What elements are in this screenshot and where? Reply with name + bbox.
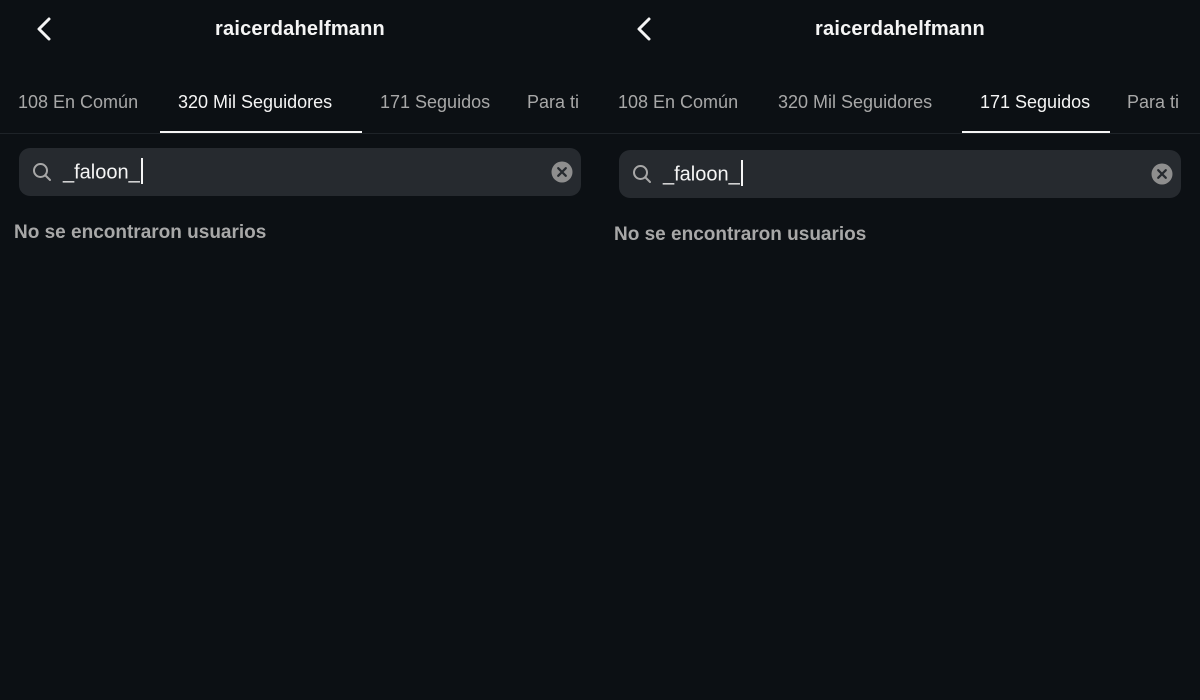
- followers-panel: raicerdahelfmann 108 En Común 320 Mil Se…: [0, 0, 600, 700]
- tab-bar: 108 En Común 320 Mil Seguidores 171 Segu…: [600, 80, 1200, 134]
- search-input[interactable]: _faloon_: [663, 160, 743, 188]
- search-field[interactable]: _faloon_: [619, 150, 1181, 198]
- text-cursor: [740, 160, 743, 186]
- clear-icon[interactable]: [1151, 163, 1173, 185]
- search-input[interactable]: _faloon_: [63, 158, 143, 186]
- empty-state-message: No se encontraron usuarios: [14, 222, 267, 243]
- clear-icon[interactable]: [551, 161, 573, 183]
- search-field[interactable]: _faloon_: [19, 148, 581, 196]
- tab-seguidos[interactable]: 171 Seguidos: [980, 92, 1090, 113]
- tab-en-comun[interactable]: 108 En Común: [18, 92, 138, 113]
- tab-para-ti[interactable]: Para ti: [527, 92, 579, 113]
- screenshot-pair: raicerdahelfmann 108 En Común 320 Mil Se…: [0, 0, 1200, 700]
- following-panel: raicerdahelfmann 108 En Común 320 Mil Se…: [600, 0, 1200, 700]
- tab-bar: 108 En Común 320 Mil Seguidores 171 Segu…: [0, 80, 600, 134]
- search-input-value: _faloon_: [63, 161, 140, 184]
- search-input-value: _faloon_: [663, 163, 740, 186]
- search-icon: [33, 163, 51, 181]
- page-title: raicerdahelfmann: [215, 18, 385, 40]
- active-tab-indicator: [962, 131, 1110, 133]
- tab-seguidos[interactable]: 171 Seguidos: [380, 92, 490, 113]
- empty-state-message: No se encontraron usuarios: [614, 224, 867, 245]
- page-title: raicerdahelfmann: [815, 18, 985, 40]
- active-tab-indicator: [160, 131, 362, 133]
- header: raicerdahelfmann: [600, 0, 1200, 62]
- tab-seguidores[interactable]: 320 Mil Seguidores: [778, 92, 932, 113]
- header: raicerdahelfmann: [0, 0, 600, 62]
- search-icon: [633, 165, 651, 183]
- text-cursor: [140, 158, 143, 184]
- tab-para-ti[interactable]: Para ti: [1127, 92, 1179, 113]
- tab-seguidores[interactable]: 320 Mil Seguidores: [178, 92, 332, 113]
- tab-en-comun[interactable]: 108 En Común: [618, 92, 738, 113]
